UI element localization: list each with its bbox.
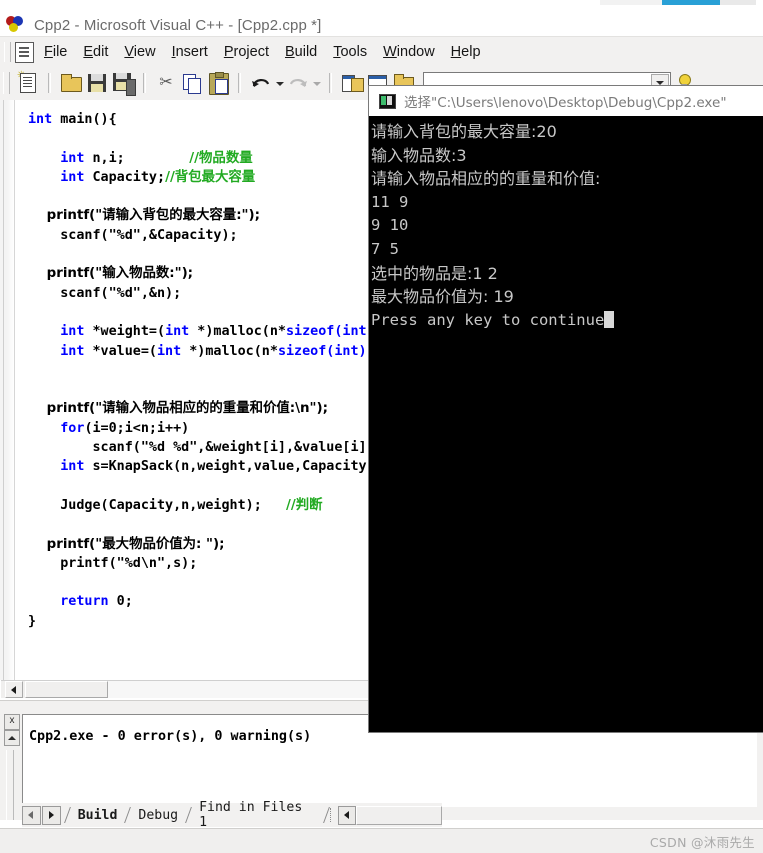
- cut-icon[interactable]: ✂: [154, 71, 178, 95]
- console-line: 9 10: [371, 216, 409, 235]
- top-strip-progress-blue: [662, 0, 720, 5]
- tab-find-in-files-1[interactable]: Find in Files 1: [189, 800, 326, 830]
- console-line: 请输入背包的最大容量:20: [371, 122, 557, 141]
- output-tabs: Build Debug Find in Files 1: [63, 800, 338, 830]
- save-icon[interactable]: [85, 71, 109, 95]
- status-bar: [0, 828, 763, 853]
- top-strip-grey-left: [600, 0, 662, 5]
- window-title: Cpp2 - Microsoft Visual C++ - [Cpp2.cpp …: [34, 16, 322, 34]
- menu-item-help[interactable]: Help: [451, 44, 481, 60]
- tab-build[interactable]: Build: [68, 808, 128, 823]
- undo-icon[interactable]: [249, 71, 273, 95]
- output-drag-handle[interactable]: [6, 750, 14, 820]
- console-line: 最大物品价值为: 19: [371, 287, 514, 307]
- console-line: 输入物品数:3: [371, 145, 467, 165]
- editor-scroll-track[interactable]: [108, 681, 369, 698]
- scroll-left-arrow-icon[interactable]: [5, 681, 23, 698]
- tab-scroll-right-icon[interactable]: [41, 805, 61, 825]
- menu-item-view[interactable]: View: [124, 44, 155, 60]
- menu-bar: File Edit View Insert Project Build Tool…: [0, 36, 763, 67]
- new-file-icon[interactable]: ✳: [16, 71, 40, 95]
- toolbar-separator-1: [48, 73, 51, 93]
- output-close-button[interactable]: x: [4, 714, 20, 730]
- redo-dropdown-arrow-icon: [311, 71, 322, 95]
- save-all-icon[interactable]: [111, 71, 136, 96]
- menu-item-file[interactable]: File: [44, 44, 67, 60]
- menu-item-project[interactable]: Project: [224, 44, 269, 60]
- output-scroll-track[interactable]: [355, 805, 442, 825]
- console-line: 选中的物品是:1 2: [371, 263, 498, 283]
- menubar-drag-handle[interactable]: [4, 42, 11, 62]
- copy-icon[interactable]: [180, 71, 204, 95]
- menu-item-tools[interactable]: Tools: [333, 44, 367, 60]
- top-strip-grey-right: [720, 0, 756, 5]
- toolbar-separator-4: [329, 73, 332, 93]
- console-title: 选择"C:\Users\lenovo\Desktop\Debug\Cpp2.ex…: [404, 95, 727, 111]
- console-output[interactable]: 请输入背包的最大容量:20 输入物品数:3 请输入物品相应的的重量和价值: 11 9 9…: [369, 116, 763, 732]
- paste-icon[interactable]: [206, 71, 230, 95]
- menu-item-insert[interactable]: Insert: [172, 44, 208, 60]
- menu-item-edit[interactable]: Edit: [83, 44, 108, 60]
- tab-overflow-indicator: [329, 808, 335, 822]
- output-collapse-button[interactable]: [4, 730, 20, 746]
- menu-item-window[interactable]: Window: [383, 44, 435, 60]
- workspace-window-icon[interactable]: [340, 71, 364, 95]
- tab-scroll-left-icon[interactable]: [22, 805, 41, 825]
- console-cursor: [604, 310, 615, 328]
- console-line: 11 9: [371, 192, 409, 211]
- toolbar-drag-handle[interactable]: [3, 72, 10, 94]
- visual-cpp-icon: [6, 15, 26, 35]
- menu-item-build[interactable]: Build: [285, 44, 317, 60]
- undo-dropdown-arrow-icon[interactable]: [274, 71, 285, 95]
- console-window[interactable]: 选择"C:\Users\lenovo\Desktop\Debug\Cpp2.ex…: [369, 86, 763, 732]
- watermark-text: CSDN @沐雨先生: [649, 835, 755, 850]
- console-app-icon: [379, 93, 396, 109]
- console-line: 请输入物品相应的的重量和价值:: [371, 169, 601, 189]
- editor-horizontal-scrollbar[interactable]: [1, 680, 369, 698]
- top-accent-strip: [0, 0, 763, 10]
- toolbar-separator-2: [143, 73, 146, 93]
- document-icon: [15, 41, 34, 63]
- console-line: 7 5: [371, 239, 399, 258]
- output-tab-strip: Build Debug Find in Files 1: [22, 800, 442, 830]
- console-line: Press any key to continue: [371, 309, 763, 333]
- console-titlebar: 选择"C:\Users\lenovo\Desktop\Debug\Cpp2.ex…: [369, 86, 763, 117]
- toolbar-separator-3: [238, 73, 241, 93]
- editor-selection-margin: [0, 100, 15, 680]
- open-file-icon[interactable]: [59, 71, 83, 95]
- editor-scroll-thumb[interactable]: [25, 681, 108, 698]
- tab-debug[interactable]: Debug: [128, 808, 188, 823]
- output-scroll-left-icon[interactable]: [337, 805, 356, 825]
- redo-icon: [286, 71, 310, 95]
